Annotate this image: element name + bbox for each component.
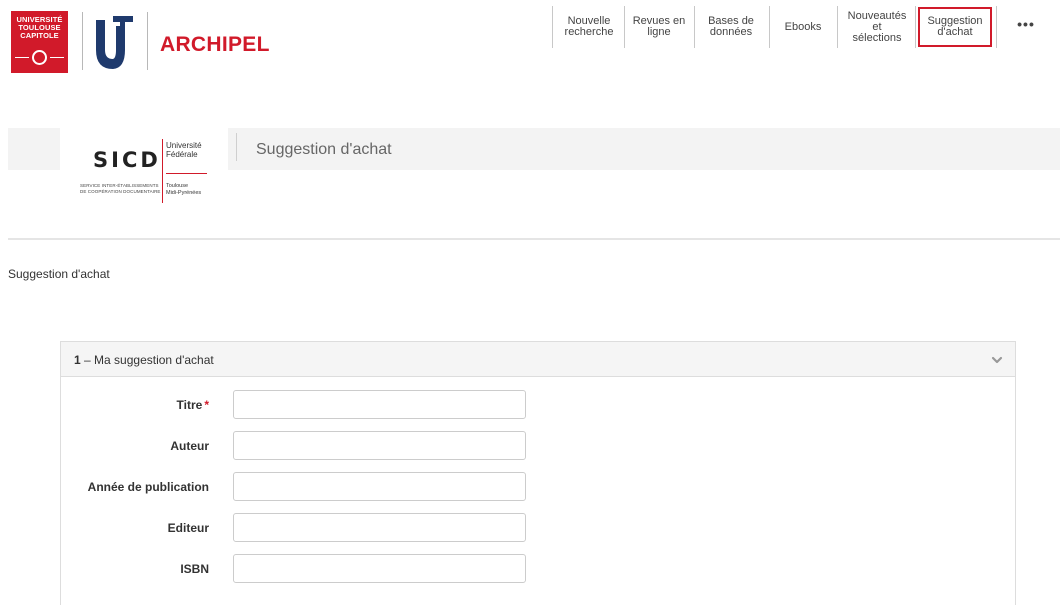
more-horizontal-icon: •••: [1017, 16, 1035, 32]
panel-title: 1 – Ma suggestion d'achat: [74, 353, 214, 367]
editeur-input[interactable]: [233, 513, 526, 542]
form-row-annee: Année de publication: [61, 472, 1015, 502]
titre-input[interactable]: [233, 390, 526, 419]
field-label-titre: Titre *: [176, 398, 209, 412]
chevron-down-icon[interactable]: [991, 354, 1003, 366]
top-header: UNIVERSITÉ TOULOUSE CAPITOLE ARCHIPEL No…: [0, 0, 1060, 80]
panel-header-toggle[interactable]: 1 – Ma suggestion d'achat: [61, 342, 1015, 377]
nav-nouvelle-recherche[interactable]: Nouvelle recherche: [558, 6, 620, 48]
form-row-auteur: Auteur: [61, 431, 1015, 461]
seal-icon: [32, 50, 47, 65]
nav-bases-de-donnees[interactable]: Bases de données: [700, 6, 762, 48]
field-label-auteur: Auteur: [170, 439, 209, 453]
form-row-editeur: Editeur: [61, 513, 1015, 543]
banner-bottom-divider: [8, 238, 1060, 240]
isbn-input[interactable]: [233, 554, 526, 583]
nav-ebooks[interactable]: Ebooks: [775, 6, 831, 48]
nav-suggestion-dachat[interactable]: Suggestion d'achat: [918, 7, 992, 47]
field-label-isbn: ISBN: [180, 562, 209, 576]
sicd-logo-place: Toulouse Midi-Pyrénées: [166, 183, 202, 196]
annee-publication-input[interactable]: [233, 472, 526, 501]
auteur-input[interactable]: [233, 431, 526, 460]
breadcrumb: Suggestion d'achat: [8, 267, 110, 281]
page-title: Suggestion d'achat: [256, 141, 392, 158]
nav-revues-en-ligne[interactable]: Revues en ligne: [630, 6, 688, 48]
more-menu-button[interactable]: •••: [1015, 14, 1037, 34]
form-row-titre: Titre *: [61, 390, 1015, 420]
field-label-annee-de-publication: Année de publication: [87, 480, 209, 494]
panel-step-number: 1: [74, 353, 81, 367]
field-label-editeur: Editeur: [167, 521, 209, 535]
main-nav: Nouvelle recherche Revues en ligne Bases…: [0, 0, 1060, 50]
suggestion-form-panel: 1 – Ma suggestion d'achat Titre * Auteur …: [60, 341, 1016, 605]
sicd-logo-university: Université Fédérale: [166, 141, 202, 159]
required-marker: *: [204, 398, 209, 412]
banner-divider: [236, 133, 237, 161]
nav-nouveautes-et-selections[interactable]: Nouveautés et sélections: [840, 6, 914, 48]
sicd-logo-text: SICD: [93, 148, 161, 172]
panel-title-text: – Ma suggestion d'achat: [84, 353, 214, 367]
sicd-logo-service: SERVICE INTER-ÉTABLISSEMENTS DE COOPÉRAT…: [80, 183, 161, 194]
form-row-isbn: ISBN: [61, 554, 1015, 584]
